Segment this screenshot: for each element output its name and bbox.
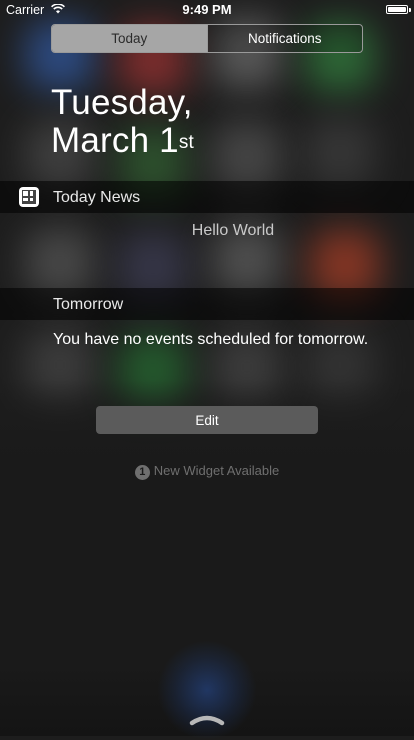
- edit-button[interactable]: Edit: [96, 406, 318, 434]
- widget-header-today-news[interactable]: Today News: [0, 181, 414, 213]
- widget-content-tomorrow: You have no events scheduled for tomorro…: [53, 331, 369, 348]
- date-month-day: March 1: [51, 121, 179, 160]
- tab-today[interactable]: Today: [52, 25, 207, 52]
- new-widget-count-badge: 1: [134, 465, 150, 480]
- widget-title-tomorrow: Tomorrow: [53, 296, 124, 313]
- chevron-up-icon[interactable]: [189, 712, 225, 726]
- status-time: 9:49 PM: [182, 2, 232, 17]
- new-widget-label: New Widget Available: [153, 463, 280, 478]
- date-weekday: Tuesday,: [51, 83, 193, 122]
- calendar-grid-icon: [19, 187, 39, 207]
- new-widget-notice[interactable]: 1 New Widget Available: [0, 463, 414, 480]
- battery-fill: [388, 7, 406, 12]
- tab-notifications[interactable]: Notifications: [206, 25, 362, 52]
- date-heading: Tuesday, March 1st: [51, 84, 194, 160]
- widget-content-today-news: Hello World: [191, 222, 275, 239]
- widget-header-tomorrow[interactable]: Tomorrow: [0, 288, 414, 320]
- today-notifications-segmented-control: Today Notifications: [51, 24, 363, 53]
- widget-title-today-news: Today News: [53, 189, 141, 206]
- battery-icon: [386, 5, 411, 14]
- status-bar: Carrier 9:49 PM: [0, 0, 414, 20]
- date-ordinal-suffix: st: [178, 132, 195, 153]
